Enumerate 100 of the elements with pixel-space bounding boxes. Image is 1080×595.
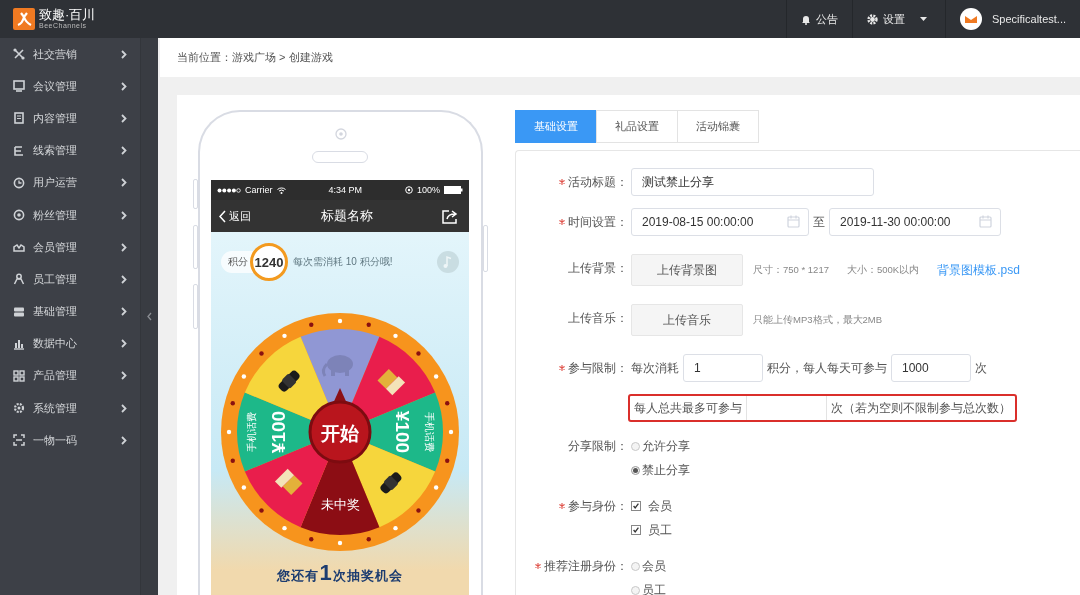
- sidebar-item[interactable]: 会员管理: [0, 231, 140, 264]
- chevron-icon: [121, 113, 127, 123]
- collapse-bar[interactable]: [140, 38, 158, 595]
- chances-text: 您还有1次抽奖机会: [277, 560, 403, 586]
- radio-button[interactable]: [631, 465, 640, 475]
- alarm-icon: [404, 186, 413, 194]
- tab[interactable]: 礼品设置: [596, 110, 678, 143]
- chevron-icon: [121, 242, 127, 252]
- radio-button[interactable]: [631, 441, 640, 451]
- field-label: 上传背景：: [568, 260, 628, 276]
- upload-button[interactable]: 上传音乐: [631, 304, 743, 336]
- chevron-icon: [121, 81, 127, 91]
- page-title: 标题名称: [320, 207, 373, 225]
- monitor-icon: [13, 80, 25, 93]
- sidebar-item[interactable]: 产品管理: [0, 359, 140, 393]
- required-mark-icon: [559, 219, 565, 225]
- chevron-icon: [121, 49, 127, 59]
- number-input[interactable]: 1: [683, 354, 763, 382]
- segment-label: 未中奖: [320, 496, 360, 512]
- total-limit-input[interactable]: [746, 396, 827, 420]
- required-mark-icon: [559, 503, 565, 509]
- camera-icon: [335, 128, 347, 140]
- field-text: 次（若为空则不限制参与总次数）: [830, 400, 1012, 416]
- sidebar-item[interactable]: 社交营销: [0, 38, 140, 71]
- share-icon[interactable]: [442, 208, 459, 224]
- document-icon: [13, 112, 25, 125]
- upload-button[interactable]: 上传背景图: [631, 254, 743, 286]
- checkbox[interactable]: [631, 501, 641, 511]
- field-label: 活动标题：: [568, 174, 628, 190]
- tab[interactable]: 活动锦囊: [677, 110, 759, 143]
- battery-percent: 100%: [416, 185, 440, 195]
- elephant-logo-icon: [321, 355, 353, 377]
- calendar-icon: [979, 215, 992, 228]
- field-label: 推荐注册身份：: [544, 558, 628, 574]
- grid-icon: [13, 369, 25, 382]
- chevron-icon: [121, 274, 127, 284]
- sidebar-item[interactable]: 用户运营: [0, 166, 140, 199]
- radio-button[interactable]: [631, 585, 640, 595]
- product-box-icon: [377, 369, 406, 396]
- required-mark-icon: [535, 563, 541, 569]
- radio-option[interactable]: 禁止分享: [631, 458, 690, 482]
- chevron-icon: [121, 307, 127, 317]
- required-mark-icon: [559, 365, 565, 371]
- number-input[interactable]: 1000: [891, 354, 971, 382]
- sidebar-item[interactable]: 员工管理: [0, 263, 140, 296]
- sidebar-item[interactable]: 数据中心: [0, 327, 140, 360]
- battery-icon: [444, 186, 463, 194]
- radio-option[interactable]: 会员: [631, 554, 666, 578]
- chevron-icon: [121, 435, 127, 445]
- start-date-input[interactable]: 2019-08-15 00:00:00: [631, 208, 809, 236]
- status-time: 4:34 PM: [328, 185, 362, 195]
- sidebar-item[interactable]: 基础管理: [0, 295, 140, 328]
- chevron-icon: [121, 210, 127, 220]
- person-icon: [13, 273, 25, 286]
- server-icon: [13, 305, 25, 318]
- signal-icon: [217, 187, 241, 193]
- points-label: 积分: [228, 255, 248, 269]
- chevron-icon: [121, 178, 127, 188]
- segment-amount: ¥100: [267, 410, 289, 454]
- network-icon: [13, 48, 25, 61]
- back-link[interactable]: 返回: [219, 208, 251, 224]
- sidebar-item[interactable]: 内容管理: [0, 102, 140, 135]
- sidebar-item[interactable]: 一物一码: [0, 424, 140, 457]
- caret-icon: [920, 17, 927, 21]
- carrier-text: Carrier: [245, 185, 273, 195]
- field-label: 参与身份：: [568, 498, 628, 514]
- hint-text: 大小：500K以内: [846, 263, 920, 277]
- radio-button[interactable]: [631, 561, 640, 571]
- segment-label: 手机话费: [423, 412, 435, 452]
- music-icon[interactable]: [437, 251, 459, 273]
- product-box-icon: [274, 468, 303, 495]
- field-text: 次: [975, 360, 987, 376]
- sidebar-item[interactable]: 线索管理: [0, 134, 140, 167]
- sidebar-item[interactable]: 系统管理: [0, 392, 140, 425]
- sidebar-item[interactable]: 会议管理: [0, 70, 140, 103]
- field-label: 时间设置：: [568, 214, 628, 230]
- bar-chart-icon: [13, 337, 25, 350]
- radio-option[interactable]: 员工: [631, 578, 666, 595]
- checkbox-option[interactable]: 会员: [631, 494, 672, 518]
- gear-icon: [13, 402, 25, 415]
- title-input[interactable]: 测试禁止分享: [631, 168, 874, 196]
- calendar-icon: [787, 215, 800, 228]
- chevron-icon: [121, 371, 127, 381]
- field-text: 每次消耗: [631, 360, 679, 376]
- chevron-icon: [121, 403, 127, 413]
- branch-icon: [13, 144, 25, 157]
- checkbox-option[interactable]: 员工: [631, 518, 672, 542]
- cost-hint: 每次需消耗 10 积分哦!: [293, 255, 394, 269]
- chevron-left-icon: [147, 312, 152, 321]
- bell-icon: [801, 13, 811, 25]
- checkbox[interactable]: [631, 525, 641, 535]
- chevron-left-icon: [219, 209, 226, 223]
- hint-text: 只能上传MP3格式，最大2MB: [753, 313, 883, 327]
- segment-amount: ¥100: [391, 410, 413, 454]
- chevron-icon: [121, 339, 127, 349]
- end-date-input[interactable]: 2019-11-30 00:00:00: [829, 208, 1001, 236]
- hint-text: 尺寸：750 * 1217: [753, 263, 829, 277]
- sidebar-item[interactable]: 粉丝管理: [0, 198, 140, 232]
- radio-option[interactable]: 允许分享: [631, 434, 690, 458]
- field-text: 每人总共最多可参与: [633, 400, 743, 416]
